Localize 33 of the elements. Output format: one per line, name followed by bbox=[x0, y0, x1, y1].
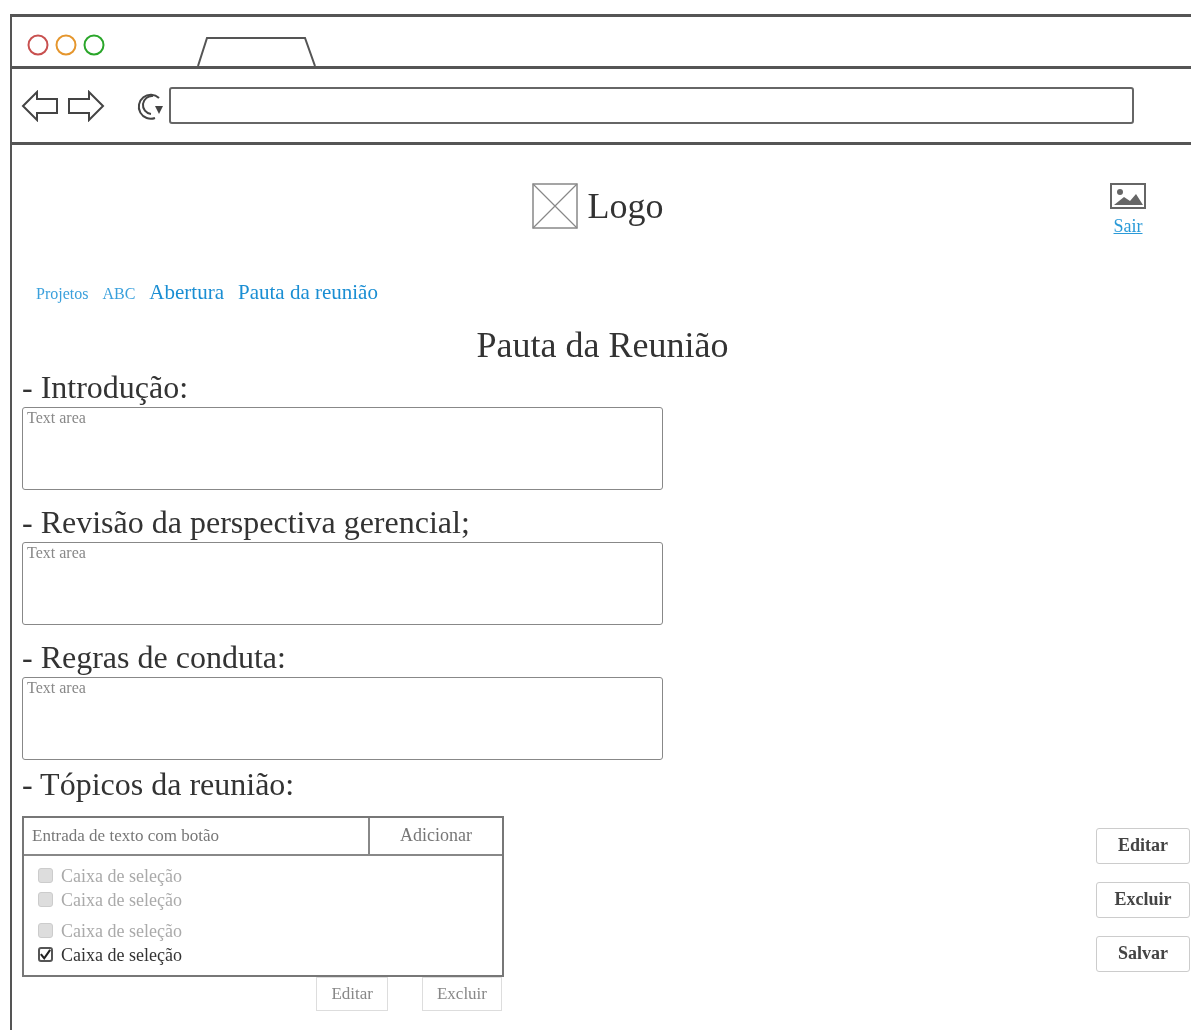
forward-arrow-icon[interactable] bbox=[67, 89, 105, 122]
section-heading: - Regras de conduta: bbox=[22, 637, 287, 677]
maximize-dot-icon[interactable] bbox=[83, 34, 105, 56]
section-heading: - Revisão da perspectiva gerencial; bbox=[22, 502, 471, 542]
back-arrow-icon[interactable] bbox=[21, 89, 59, 122]
checkbox-item[interactable]: Caixa de seleção bbox=[38, 887, 182, 912]
checkbox-item[interactable]: Caixa de seleção bbox=[38, 918, 182, 943]
browser-tab[interactable] bbox=[197, 36, 317, 66]
text-area[interactable]: Text area bbox=[22, 541, 663, 625]
action-button[interactable]: Editar bbox=[1096, 827, 1190, 864]
text-area[interactable]: Text area bbox=[22, 676, 663, 760]
checkbox[interactable] bbox=[38, 947, 53, 962]
page-title: Pauta da Reunião bbox=[476, 323, 729, 367]
logo-text: Logo bbox=[587, 185, 664, 228]
action-button[interactable]: Excluir bbox=[1096, 881, 1190, 918]
topic-action-button[interactable]: Excluir bbox=[421, 976, 502, 1011]
breadcrumb-link[interactable]: Pauta da reunião bbox=[238, 277, 378, 309]
address-field[interactable] bbox=[169, 87, 1134, 124]
logout-link[interactable]: Sair bbox=[1113, 213, 1143, 240]
breadcrumb-link[interactable]: Abertura bbox=[149, 277, 224, 309]
text-area[interactable]: Text area bbox=[22, 406, 663, 490]
minimize-dot-icon[interactable] bbox=[55, 34, 77, 56]
topic-action-button[interactable]: Editar bbox=[316, 976, 388, 1011]
section-heading: - Introdução: bbox=[22, 367, 190, 407]
checkbox-item[interactable]: Caixa de seleção bbox=[38, 942, 182, 967]
image-icon bbox=[1110, 183, 1146, 209]
breadcrumb-link[interactable]: ABC bbox=[102, 282, 136, 306]
checkbox-item[interactable]: Caixa de seleção bbox=[38, 863, 182, 888]
section-heading: - Tópicos da reunião: bbox=[22, 764, 296, 804]
breadcrumb-link[interactable]: Projetos bbox=[36, 282, 89, 306]
logo-placeholder-icon bbox=[531, 183, 578, 229]
action-button[interactable]: Salvar bbox=[1096, 935, 1190, 972]
close-dot-icon[interactable] bbox=[27, 34, 49, 56]
